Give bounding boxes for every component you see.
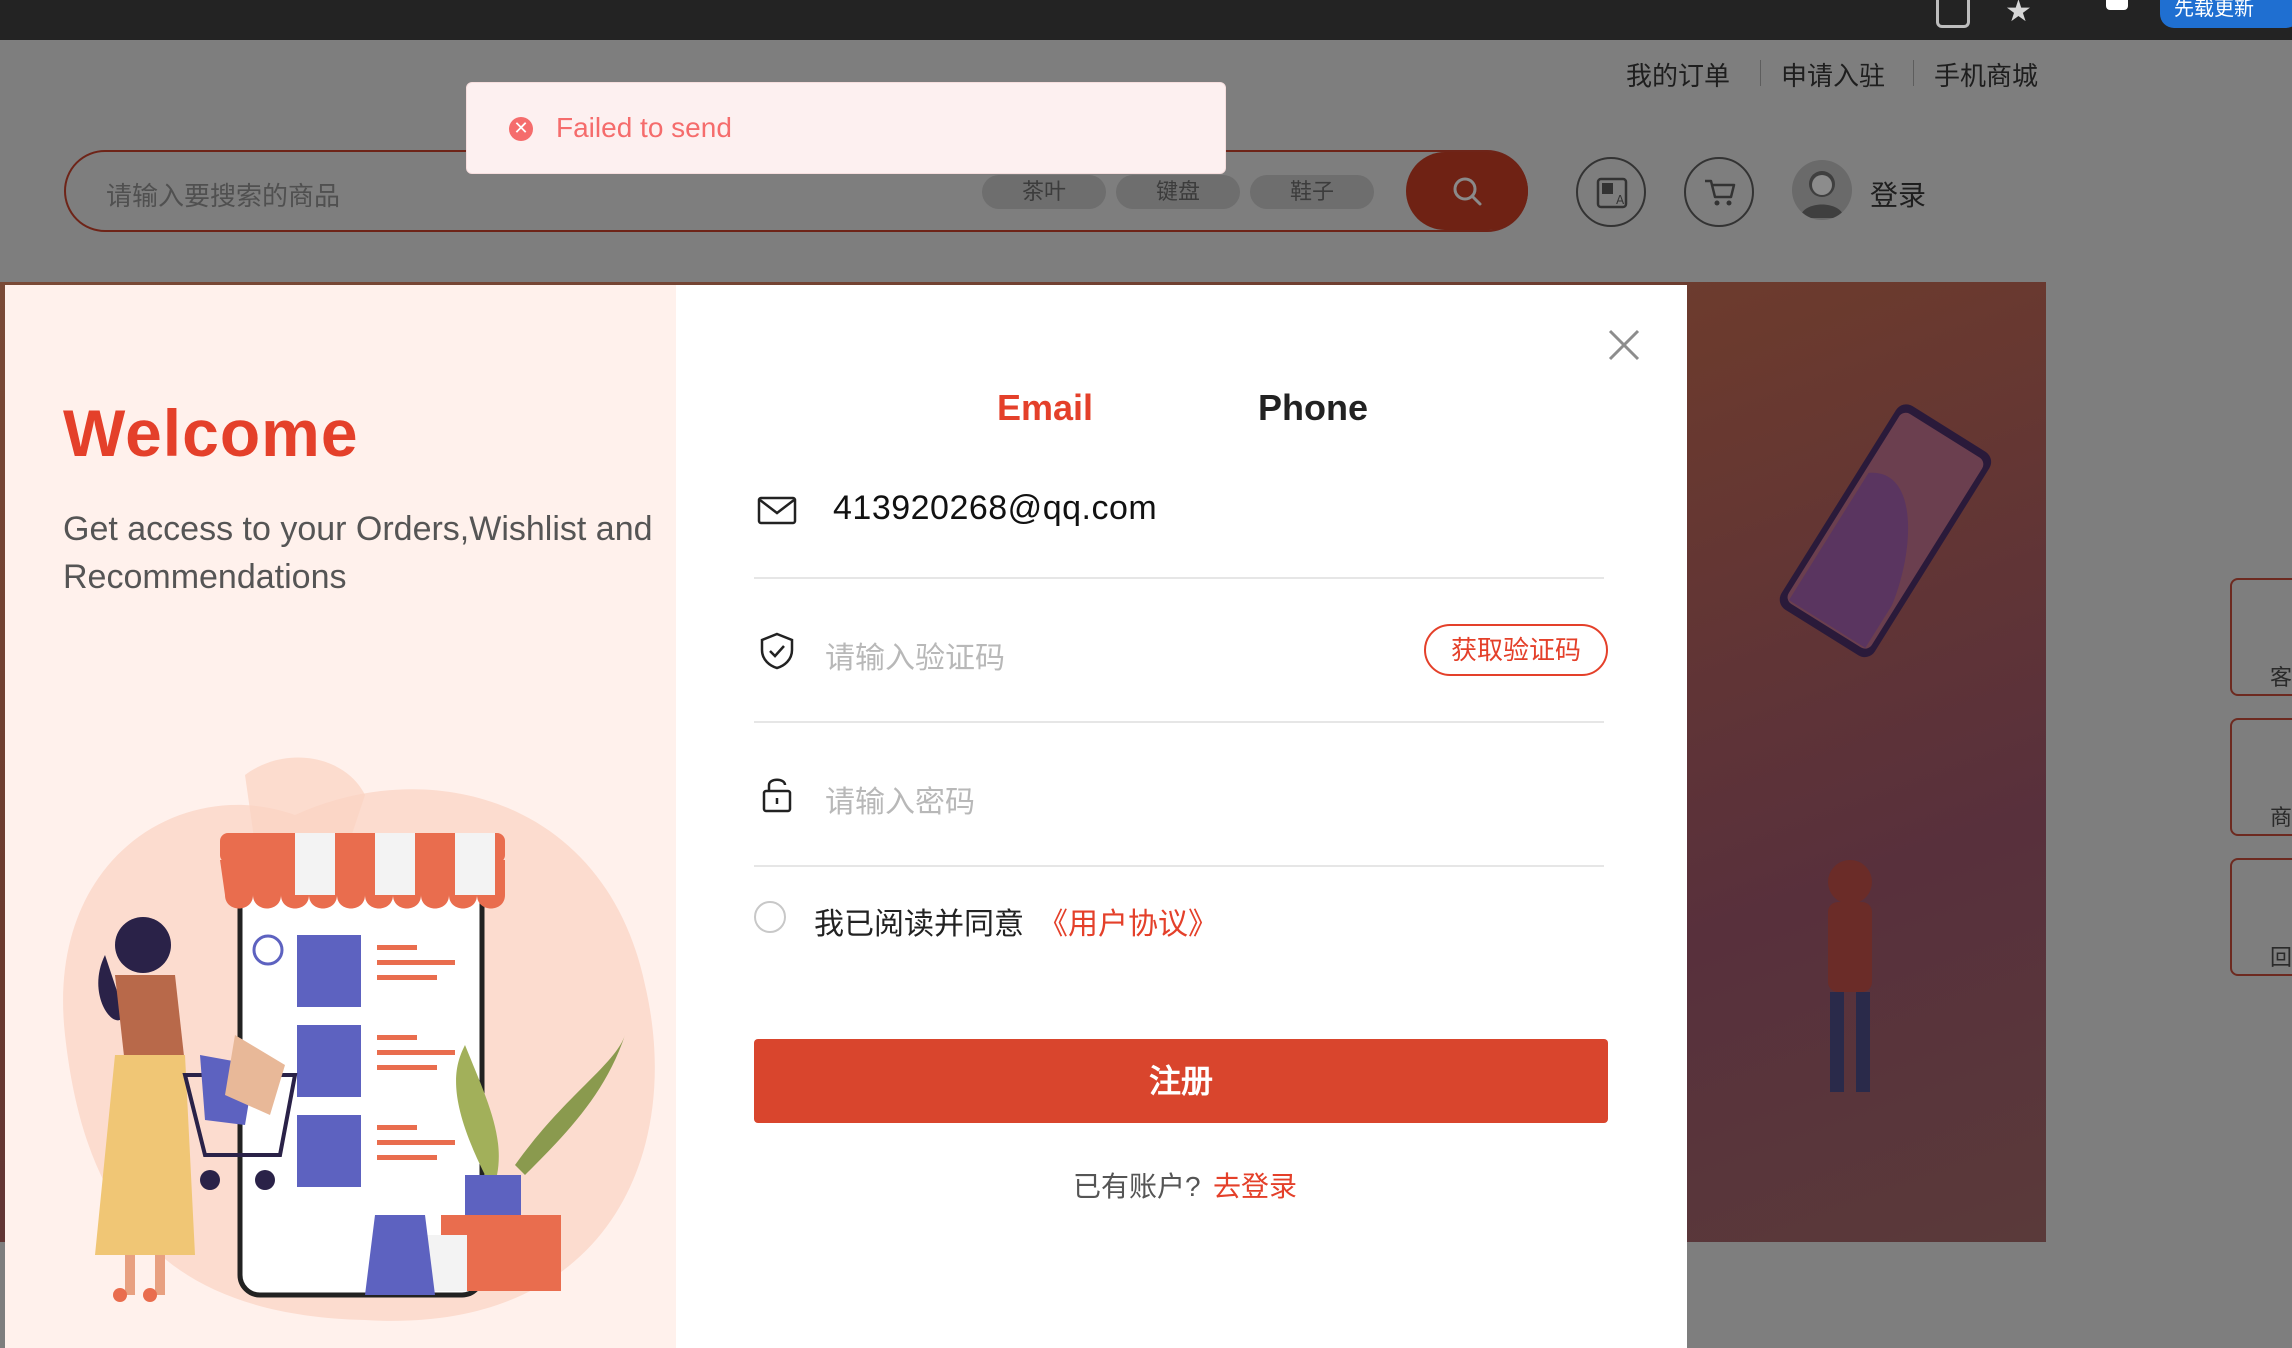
browser-update-pill[interactable]: 先载更新 bbox=[2160, 0, 2292, 28]
field-divider bbox=[754, 865, 1604, 867]
extension-icon[interactable] bbox=[2106, 0, 2128, 10]
lock-icon bbox=[762, 778, 792, 813]
verification-code-input[interactable]: 请输入验证码 bbox=[825, 633, 1005, 677]
translate-icon: A bbox=[1596, 177, 1628, 209]
user-avatar-icon bbox=[1800, 171, 1844, 218]
field-divider bbox=[754, 721, 1604, 723]
side-back-to-top[interactable]: 回到 bbox=[2230, 858, 2292, 976]
translate-icon[interactable] bbox=[1936, 0, 1970, 28]
hot-tag[interactable]: 茶叶 bbox=[982, 175, 1106, 209]
register-modal: Welcome Get access to your Orders,Wishli… bbox=[5, 285, 1687, 1348]
nav-my-orders[interactable]: 我的订单 bbox=[1626, 56, 1730, 93]
error-icon: ✕ bbox=[509, 117, 533, 141]
welcome-subtitle: Get access to your Orders,Wishlist and R… bbox=[63, 510, 653, 596]
tab-email[interactable]: Email bbox=[997, 387, 1093, 429]
tab-phone[interactable]: Phone bbox=[1258, 387, 1368, 429]
nav-mobile-mall[interactable]: 手机商城 bbox=[1934, 56, 2038, 93]
svg-text:A: A bbox=[1616, 193, 1625, 207]
field-divider bbox=[754, 577, 1604, 579]
shield-icon bbox=[760, 632, 794, 670]
nav-apply-join[interactable]: 申请入驻 bbox=[1781, 56, 1885, 93]
phone-illustration bbox=[1779, 404, 1992, 658]
cart-button[interactable] bbox=[1684, 157, 1754, 227]
header-login-link[interactable]: 登录 bbox=[1870, 174, 1926, 214]
side-merchant[interactable]: 商户 bbox=[2230, 718, 2292, 836]
user-agreement-link[interactable]: 《用户协议》 bbox=[1038, 899, 1218, 943]
toast-message: Failed to send bbox=[556, 112, 732, 143]
close-icon[interactable] bbox=[1604, 325, 1644, 365]
person-illustration bbox=[1828, 860, 1872, 1092]
avatar[interactable] bbox=[1792, 160, 1852, 220]
welcome-title: Welcome bbox=[63, 396, 359, 470]
side-customer-service[interactable]: 客 bbox=[2230, 578, 2292, 696]
nav-divider bbox=[1760, 60, 1761, 86]
shopping-illustration bbox=[63, 757, 655, 1321]
register-button[interactable]: 注册 bbox=[754, 1039, 1608, 1123]
agree-label: 我已阅读并同意 bbox=[814, 908, 1024, 941]
language-button[interactable]: A bbox=[1576, 157, 1646, 227]
mail-icon bbox=[757, 496, 797, 525]
hot-tag[interactable]: 鞋子 bbox=[1250, 175, 1374, 209]
agree-checkbox[interactable] bbox=[754, 901, 786, 933]
modal-welcome-panel: Welcome Get access to your Orders,Wishli… bbox=[5, 285, 676, 1348]
go-login-link[interactable]: 去登录 bbox=[1213, 1165, 1297, 1205]
email-field[interactable]: 413920268@qq.com bbox=[833, 489, 1157, 528]
have-account-text: 已有账户? bbox=[1073, 1171, 1201, 1202]
search-placeholder: 请输入要搜索的商品 bbox=[106, 181, 341, 211]
error-toast: ✕ Failed to send bbox=[466, 82, 1226, 174]
nav-divider bbox=[1913, 60, 1914, 86]
get-code-button[interactable]: 获取验证码 bbox=[1424, 624, 1608, 676]
hot-tag[interactable]: 键盘 bbox=[1116, 175, 1240, 209]
browser-toolbar: ★ 先载更新 bbox=[0, 0, 2292, 40]
modal-form-panel: Email Phone 413920268@qq.com 请输入验证码 获取验证… bbox=[676, 285, 1687, 1348]
cart-icon bbox=[1705, 179, 1736, 206]
bookmark-star-icon[interactable]: ★ bbox=[2005, 0, 2032, 29]
search-button[interactable] bbox=[1406, 152, 1528, 230]
password-input[interactable]: 请输入密码 bbox=[825, 777, 975, 821]
search-icon bbox=[1453, 177, 1482, 206]
